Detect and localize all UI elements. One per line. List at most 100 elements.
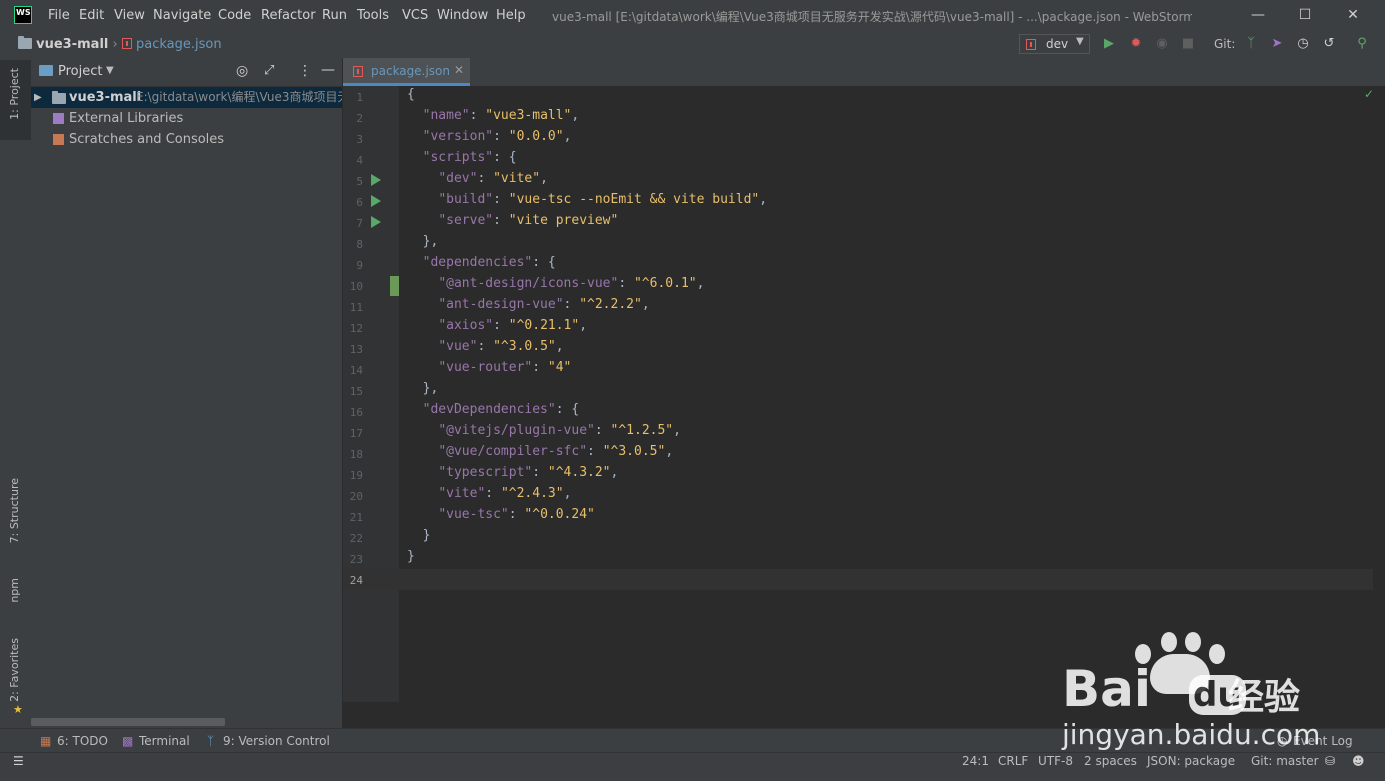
code-line[interactable]: "vue-tsc": "^0.0.24" <box>407 507 595 528</box>
menu-tools[interactable]: Tools <box>357 8 389 23</box>
line-number: 10 <box>349 280 363 293</box>
tree-external-libraries-label: External Libraries <box>69 111 184 126</box>
line-number: 24 <box>349 574 363 587</box>
left-tool-strip: 1: Project 7: Structure npm 2: Favorites… <box>0 58 32 728</box>
close-icon[interactable]: ✕ <box>1340 4 1366 26</box>
line-number: 4 <box>356 154 363 167</box>
code-line[interactable]: "serve": "vite preview" <box>407 213 618 234</box>
tree-row-external-libraries[interactable]: External Libraries <box>31 108 342 129</box>
code-line[interactable]: "axios": "^0.21.1", <box>407 318 587 339</box>
run-script-serve-icon[interactable] <box>371 216 381 228</box>
editor-tab-label: package.json <box>371 64 451 78</box>
tool-tab-favorites[interactable]: 2: Favorites <box>8 638 21 702</box>
maximize-icon[interactable]: ☐ <box>1292 4 1318 26</box>
npm-icon <box>1026 39 1036 50</box>
watermark-brand: Bai du <box>1062 660 1246 718</box>
menu-window[interactable]: Window <box>437 8 488 23</box>
options-icon[interactable]: ⋮ <box>298 63 312 79</box>
code-line[interactable]: "vue": "^3.0.5", <box>407 339 563 360</box>
locate-file-icon[interactable]: ◎ <box>236 63 248 79</box>
tree-scratches-label: Scratches and Consoles <box>69 132 225 147</box>
line-number: 9 <box>356 259 363 272</box>
code-line[interactable]: "scripts": { <box>407 150 517 171</box>
run-script-dev-icon[interactable] <box>371 174 381 186</box>
status-indent[interactable]: 2 spaces <box>1084 754 1137 768</box>
status-json-schema[interactable]: JSON: package <box>1147 754 1235 768</box>
collapse-all-icon[interactable]: ⤢ <box>264 63 274 78</box>
watermark-brand-bai: Bai <box>1062 660 1151 718</box>
code-line[interactable]: "dev": "vite", <box>407 171 548 192</box>
tool-tab-project[interactable]: 1: Project <box>8 68 21 120</box>
git-branch-icon[interactable]: ᛉ <box>1243 36 1259 52</box>
code-line[interactable]: }, <box>407 381 439 402</box>
tool-window-todo[interactable]: 6: TODO <box>57 734 108 748</box>
menu-navigate[interactable]: Navigate <box>153 8 211 23</box>
lock-icon[interactable]: ⛁ <box>1325 754 1335 768</box>
close-tab-icon[interactable]: ✕ <box>454 63 464 77</box>
menu-view[interactable]: View <box>114 8 145 23</box>
coverage-icon[interactable]: ◉ <box>1154 36 1170 52</box>
line-number: 18 <box>349 448 363 461</box>
status-encoding[interactable]: UTF-8 <box>1038 754 1073 768</box>
tool-tab-npm[interactable]: npm <box>8 578 21 603</box>
project-view-title[interactable]: Project <box>58 64 102 79</box>
breadcrumb: vue3-mall › package.json <box>18 36 222 52</box>
vcs-change-marker <box>390 276 399 296</box>
status-git-branch[interactable]: Git: master <box>1251 754 1319 768</box>
code-line[interactable]: "dependencies": { <box>407 255 556 276</box>
layers-icon[interactable]: ☰ <box>13 754 24 768</box>
window-title: vue3-mall [E:\gitdata\work\编程\Vue3商城项目无服… <box>552 10 1192 24</box>
code-line[interactable]: "vite": "^2.4.3", <box>407 486 571 507</box>
history-icon[interactable]: ◷ <box>1295 36 1311 52</box>
status-caret-position[interactable]: 24:1 <box>962 754 989 768</box>
tree-row-scratches[interactable]: Scratches and Consoles <box>31 129 342 150</box>
tool-window-version-control[interactable]: 9: Version Control <box>223 734 330 748</box>
code-line[interactable]: } <box>407 549 415 570</box>
code-line[interactable]: "@vue/compiler-sfc": "^3.0.5", <box>407 444 673 465</box>
code-line[interactable]: "version": "0.0.0", <box>407 129 572 150</box>
line-number: 16 <box>349 406 363 419</box>
code-line[interactable]: "@vitejs/plugin-vue": "^1.2.5", <box>407 423 681 444</box>
tool-tab-structure[interactable]: 7: Structure <box>8 478 21 543</box>
search-icon[interactable]: ⚲ <box>1354 36 1370 52</box>
minimize-icon[interactable]: — <box>1245 4 1271 26</box>
current-line-highlight <box>343 569 1373 590</box>
breadcrumb-file[interactable]: package.json <box>136 37 222 52</box>
project-panel-header: Project ▼ ◎ ⤢ ⋮ — <box>31 58 342 87</box>
menu-code[interactable]: Code <box>218 8 251 23</box>
git-push-icon[interactable]: ➤ <box>1269 36 1285 52</box>
menu-run[interactable]: Run <box>322 8 347 23</box>
run-script-build-icon[interactable] <box>371 195 381 207</box>
tree-row-root[interactable]: ▶ vue3-mall E:\gitdata\work\编程\Vue3商城项目无 <box>31 87 342 108</box>
menu-edit[interactable]: Edit <box>79 8 104 23</box>
project-view-icon <box>39 65 53 76</box>
menu-refactor[interactable]: Refactor <box>261 8 316 23</box>
project-horizontal-scrollbar[interactable] <box>31 718 225 726</box>
rollback-icon[interactable]: ↺ <box>1321 36 1337 52</box>
code-line[interactable]: "vue-router": "4" <box>407 360 571 381</box>
notifications-icon[interactable]: ☻ <box>1352 754 1365 768</box>
expand-arrow-icon[interactable]: ▶ <box>34 87 42 108</box>
code-line[interactable]: { <box>407 87 415 108</box>
code-line[interactable]: "@ant-design/icons-vue": "^6.0.1", <box>407 276 704 297</box>
stop-icon[interactable]: ■ <box>1180 36 1196 52</box>
code-line[interactable]: "build": "vue-tsc --noEmit && vite build… <box>407 192 767 213</box>
menu-help[interactable]: Help <box>496 8 526 23</box>
editor-tab-package-json[interactable]: package.json ✕ <box>343 58 470 86</box>
code-line[interactable]: "ant-design-vue": "^2.2.2", <box>407 297 649 318</box>
code-line[interactable]: "name": "vue3-mall", <box>407 108 580 129</box>
code-line[interactable]: }, <box>407 234 439 255</box>
breadcrumb-project[interactable]: vue3-mall <box>36 37 108 52</box>
menu-file[interactable]: File <box>48 8 70 23</box>
status-line-separator[interactable]: CRLF <box>998 754 1028 768</box>
code-line[interactable]: } <box>407 528 431 549</box>
run-icon[interactable]: ▶ <box>1101 36 1117 52</box>
chevron-down-icon[interactable]: ▼ <box>106 65 114 76</box>
hide-panel-icon[interactable]: — <box>321 62 335 78</box>
run-config-select[interactable]: dev ▼ <box>1019 34 1090 54</box>
debug-icon[interactable]: ✹ <box>1128 36 1144 52</box>
menu-vcs[interactable]: VCS <box>402 8 428 23</box>
code-line[interactable]: "devDependencies": { <box>407 402 580 423</box>
tool-window-terminal[interactable]: Terminal <box>139 734 190 748</box>
code-line[interactable]: "typescript": "^4.3.2", <box>407 465 618 486</box>
